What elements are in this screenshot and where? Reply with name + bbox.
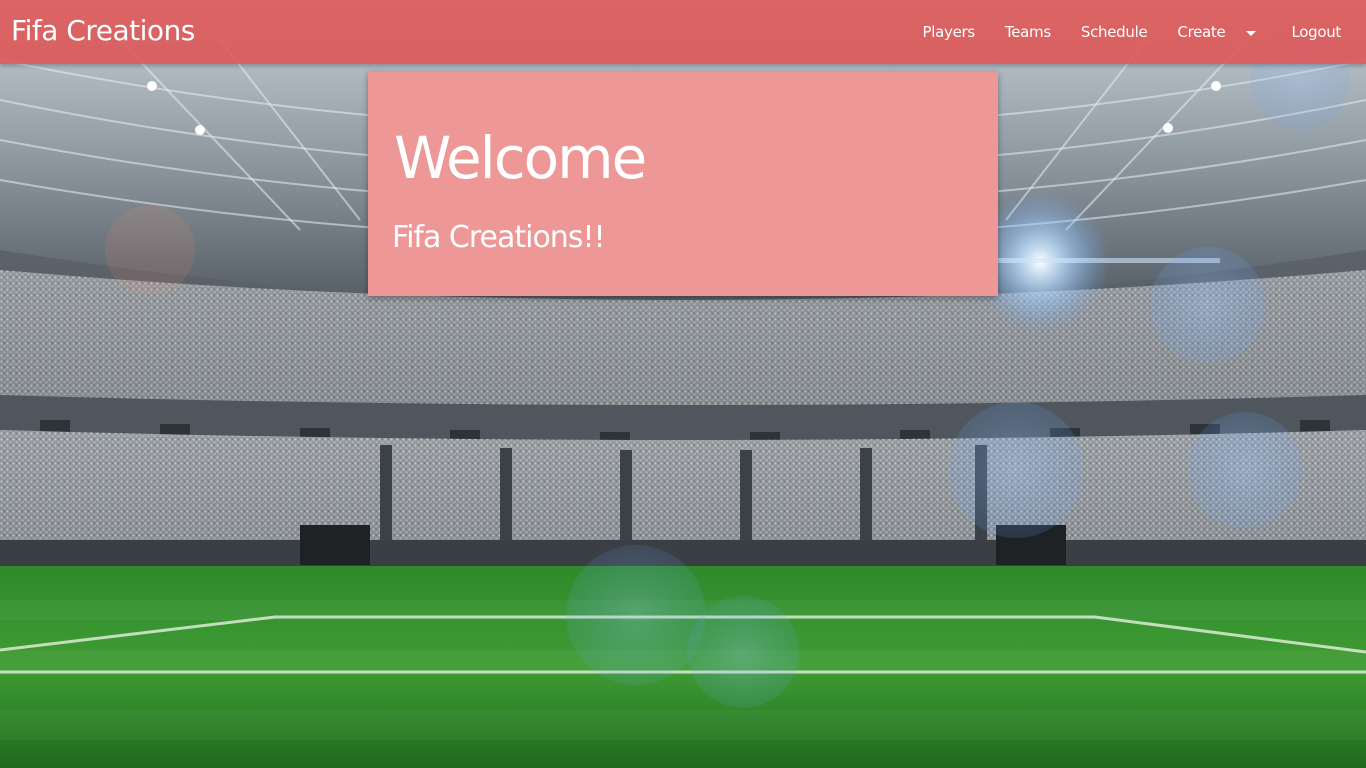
caret-down-icon [1246, 30, 1257, 36]
nav-create-dropdown[interactable]: Create [1162, 0, 1271, 64]
welcome-title: Welcome [394, 124, 647, 192]
nav-players-link[interactable]: Players [907, 0, 989, 64]
welcome-subtitle: Fifa Creations!! [392, 220, 606, 255]
top-navbar: Fifa Creations Players Teams Schedule Cr… [0, 0, 1366, 64]
nav-links: Players Teams Schedule Create Logout [907, 0, 1366, 64]
welcome-card: Welcome Fifa Creations!! [368, 72, 998, 296]
nav-teams-link[interactable]: Teams [990, 0, 1066, 64]
nav-logout-link[interactable]: Logout [1271, 0, 1366, 64]
page: Fifa Creations Players Teams Schedule Cr… [0, 0, 1366, 768]
nav-schedule-link[interactable]: Schedule [1066, 0, 1163, 64]
nav-create-label: Create [1177, 23, 1226, 41]
brand-logo-link[interactable]: Fifa Creations [11, 13, 195, 49]
